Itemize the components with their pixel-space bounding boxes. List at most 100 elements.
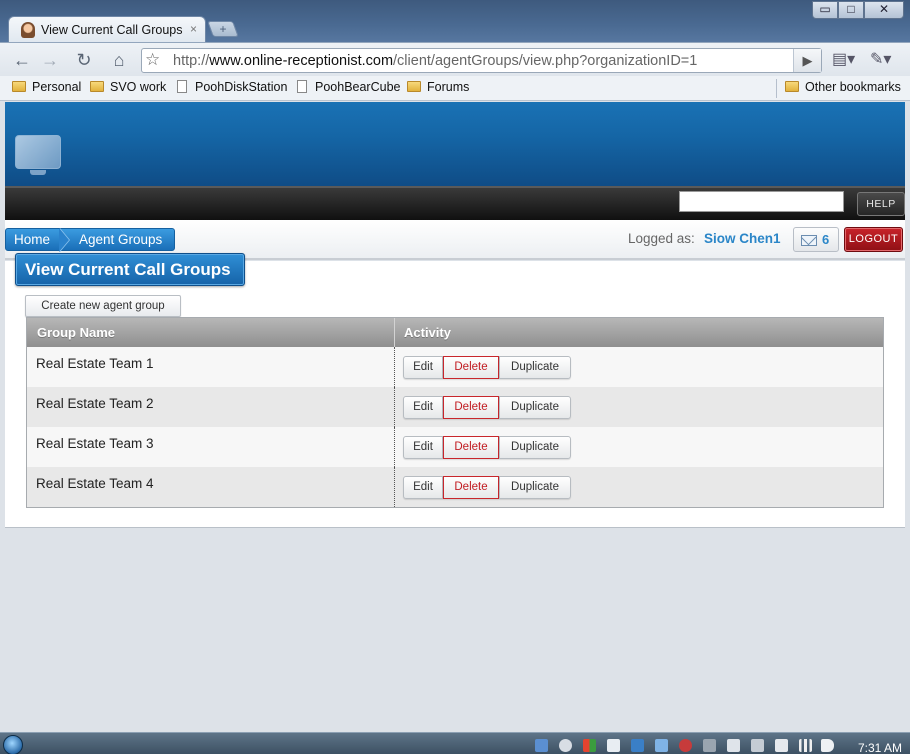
other-bookmarks[interactable]: Other bookmarks (785, 80, 901, 94)
column-header-activity: Activity (404, 325, 451, 340)
url-scheme: http:// (173, 53, 210, 69)
bookmark-label: PoohBearCube (315, 80, 401, 94)
breadcrumb-arrow-icon (59, 228, 69, 252)
tray-usb-icon[interactable] (751, 739, 764, 752)
delete-button[interactable]: Delete (443, 436, 499, 459)
edit-button[interactable]: Edit (403, 396, 443, 419)
messages-button[interactable]: 6 (793, 227, 839, 252)
site-nav-bar: HELP (5, 186, 905, 220)
monitor-logo-icon[interactable] (15, 135, 61, 175)
message-count: 6 (822, 232, 830, 247)
agent-groups-table: Group Name Activity Real Estate Team 1 E… (26, 317, 884, 508)
address-bar[interactable]: ☆ http://www.online-receptionist.com/cli… (141, 48, 822, 73)
reload-icon[interactable]: ↻ (71, 48, 97, 72)
bookmark-label: Other bookmarks (805, 80, 901, 94)
new-tab-button[interactable]: + (207, 21, 239, 37)
duplicate-button[interactable]: Duplicate (499, 396, 571, 419)
bookmarks-divider (776, 79, 777, 98)
column-divider (394, 347, 395, 387)
main-content: View Current Call Groups Create new agen… (5, 253, 905, 528)
browser-titlebar: View Current Call Groups × + ▭ □ ✕ (0, 0, 910, 44)
bookmark-personal[interactable]: Personal (12, 80, 81, 94)
page-icon (177, 80, 187, 93)
window-close-button[interactable]: ✕ (864, 1, 904, 19)
url-path: /client/agentGroups/view.php?organizatio… (393, 53, 698, 69)
table-row: Real Estate Team 1 Edit Delete Duplicate (27, 347, 883, 387)
bookmark-star-icon[interactable]: ☆ (145, 50, 160, 70)
volume-icon[interactable] (821, 739, 834, 752)
group-name-cell: Real Estate Team 1 (36, 356, 154, 371)
column-divider (394, 387, 395, 427)
bookmark-label: PoohDiskStation (195, 80, 288, 94)
wifi-signal-icon[interactable] (799, 739, 812, 752)
user-name-link[interactable]: Siow Chen1 (704, 231, 781, 246)
table-row: Real Estate Team 2 Edit Delete Duplicate (27, 387, 883, 427)
logout-button[interactable]: LOGOUT (844, 227, 903, 252)
delete-button[interactable]: Delete (443, 356, 499, 379)
tab-close-icon[interactable]: × (190, 22, 197, 36)
window-maximize-button[interactable]: □ (838, 1, 864, 19)
table-row: Real Estate Team 4 Edit Delete Duplicate (27, 467, 883, 507)
create-agent-group-button[interactable]: Create new agent group (25, 295, 181, 317)
go-arrow-icon[interactable]: ▶ (793, 49, 821, 72)
table-row: Real Estate Team 3 Edit Delete Duplicate (27, 427, 883, 467)
bookmark-poohdiskstation[interactable]: PoohDiskStation (177, 80, 287, 94)
delete-button[interactable]: Delete (443, 396, 499, 419)
home-icon[interactable]: ⌂ (106, 48, 132, 72)
column-divider (394, 427, 395, 467)
edit-button[interactable]: Edit (403, 436, 443, 459)
start-orb-icon[interactable] (3, 735, 23, 754)
site-search-input[interactable] (679, 191, 844, 212)
tray-network-app-icon[interactable] (631, 739, 644, 752)
tray-windows-flag-icon[interactable] (583, 739, 596, 752)
page-menu-icon[interactable]: ▤▾ (832, 49, 855, 69)
column-divider (394, 318, 395, 347)
breadcrumb-agent-groups[interactable]: Agent Groups (60, 228, 175, 251)
edit-button[interactable]: Edit (403, 356, 443, 379)
forward-arrow-icon[interactable]: → (37, 48, 63, 72)
help-button[interactable]: HELP (857, 192, 905, 216)
window-minimize-button[interactable]: ▭ (812, 1, 838, 19)
tray-disc-icon[interactable] (559, 739, 572, 752)
tray-tools-icon[interactable] (703, 739, 716, 752)
folder-icon (90, 81, 104, 92)
group-name-cell: Real Estate Team 3 (36, 436, 154, 451)
folder-icon (12, 81, 26, 92)
back-arrow-icon[interactable]: ← (9, 48, 35, 72)
page-icon (297, 80, 307, 93)
breadcrumb-home[interactable]: Home (5, 228, 63, 251)
folder-icon (407, 81, 421, 92)
delete-button[interactable]: Delete (443, 476, 499, 499)
url-text[interactable]: http://www.online-receptionist.com/clien… (173, 53, 697, 69)
tray-display-icon[interactable] (727, 739, 740, 752)
group-name-cell: Real Estate Team 4 (36, 476, 154, 491)
table-header: Group Name Activity (27, 318, 883, 347)
bookmark-svo-work[interactable]: SVO work (90, 80, 166, 94)
tab-favicon-icon (21, 22, 35, 38)
bookmark-label: SVO work (110, 80, 167, 94)
bookmark-forums[interactable]: Forums (407, 80, 469, 94)
duplicate-button[interactable]: Duplicate (499, 476, 571, 499)
url-domain: www.online-receptionist.com (209, 53, 394, 69)
plus-icon: + (219, 22, 227, 36)
tray-action-center-icon[interactable] (607, 739, 620, 752)
bookmarks-bar: Personal SVO work PoohDiskStation PoohBe… (0, 76, 910, 101)
column-divider (394, 467, 395, 507)
bookmark-label: Forums (427, 80, 470, 94)
tab-title: View Current Call Groups (41, 23, 183, 37)
browser-tab[interactable]: View Current Call Groups × (8, 16, 206, 44)
duplicate-button[interactable]: Duplicate (499, 356, 571, 379)
column-header-group-name: Group Name (37, 325, 116, 340)
tray-antivirus-icon[interactable] (679, 739, 692, 752)
tray-sync-icon[interactable] (655, 739, 668, 752)
duplicate-button[interactable]: Duplicate (499, 436, 571, 459)
bookmark-poohbearcube[interactable]: PoohBearCube (297, 80, 400, 94)
browser-toolbar: ← → ↻ ⌂ ☆ http://www.online-receptionist… (0, 42, 910, 76)
page-title: View Current Call Groups (15, 253, 245, 286)
tray-pin-icon[interactable] (775, 739, 788, 752)
edit-button[interactable]: Edit (403, 476, 443, 499)
wrench-menu-icon[interactable]: ✎▾ (870, 49, 891, 69)
tray-app-icon[interactable] (535, 739, 548, 752)
envelope-icon (801, 235, 817, 246)
taskbar-clock[interactable]: 7:31 AM (858, 741, 902, 754)
